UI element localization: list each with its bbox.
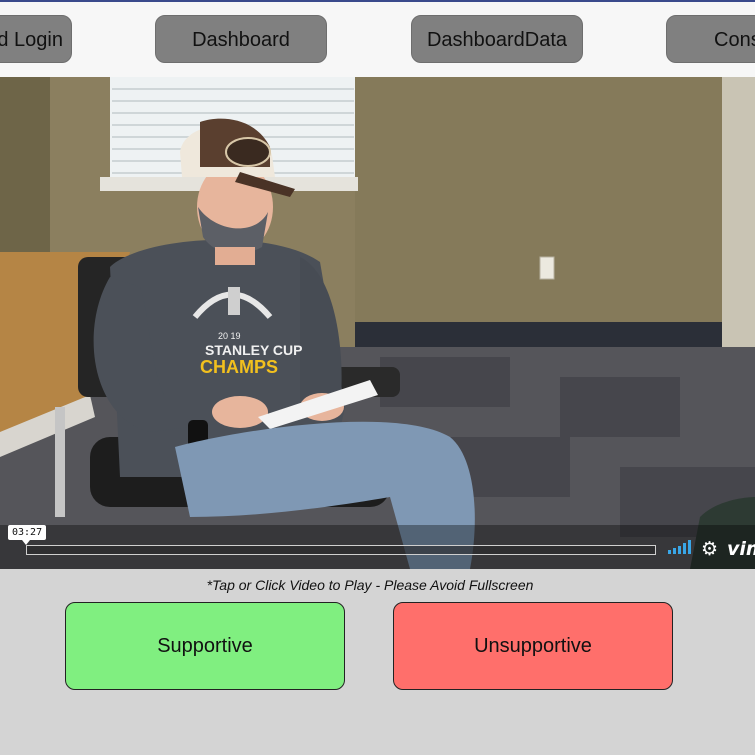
progress-bar[interactable] <box>26 545 656 555</box>
video-controls: 03:27 ⚙ vim <box>0 525 755 569</box>
shirt-text-top: STANLEY CUP <box>205 342 303 358</box>
volume-icon[interactable] <box>668 540 692 554</box>
time-badge: 03:27 <box>8 525 47 545</box>
nav-login-button[interactable]: d Login <box>0 15 72 63</box>
nav-cons-button[interactable]: Cons <box>666 15 755 63</box>
video-player[interactable]: STANLEY CUP CHAMPS 20 19 03:27 ⚙ vim <box>0 77 755 569</box>
shirt-text-bottom: CHAMPS <box>200 357 278 377</box>
supportive-button[interactable]: Supportive <box>65 602 345 690</box>
instruction-text: *Tap or Click Video to Play - Please Avo… <box>206 577 534 593</box>
gear-icon[interactable]: ⚙ <box>701 540 718 559</box>
nav-bar: d Login Dashboard DashboardData Cons <box>0 2 755 77</box>
vimeo-logo[interactable]: vim <box>727 538 755 560</box>
unsupportive-button[interactable]: Unsupportive <box>393 602 673 690</box>
nav-dashboard-button[interactable]: Dashboard <box>155 15 327 63</box>
nav-dashboard-data-button[interactable]: DashboardData <box>411 15 583 63</box>
shirt-year: 20 19 <box>218 331 241 341</box>
video-frame: STANLEY CUP CHAMPS 20 19 <box>0 77 755 569</box>
